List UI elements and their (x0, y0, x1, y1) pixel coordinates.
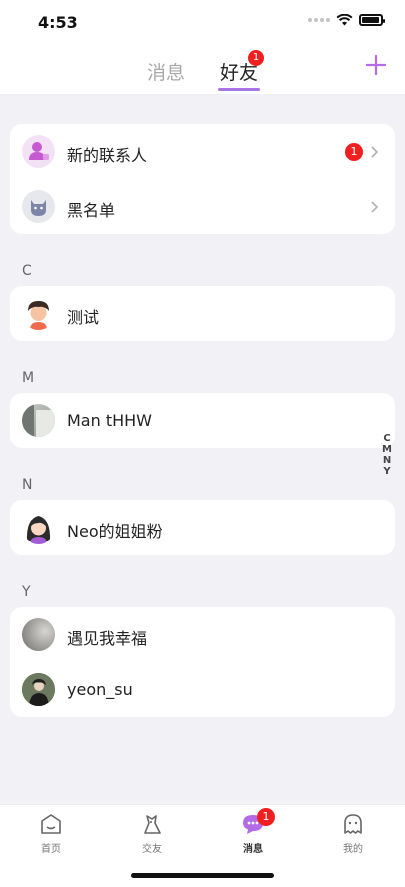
section-header-n: N (22, 477, 33, 493)
avatar (22, 673, 55, 706)
tab-friends-badge: 1 (248, 50, 264, 66)
chevron-right-icon (371, 146, 379, 158)
profile-icon (344, 814, 362, 834)
contact-name: yeon_su (67, 680, 133, 699)
avatar (22, 511, 55, 544)
home-indicator (131, 873, 274, 878)
section-header-y: Y (22, 584, 31, 600)
avatar (22, 404, 55, 437)
index-letter[interactable]: C (382, 433, 392, 444)
index-letter[interactable]: M (382, 444, 392, 455)
blacklist-row[interactable]: 黑名单 (10, 179, 395, 234)
home-icon (41, 814, 61, 834)
status-icons (308, 14, 385, 26)
contact-name: Neo的姐姐粉 (67, 522, 163, 541)
nav-item-home[interactable]: 首页 (21, 811, 81, 855)
dating-icon (144, 815, 161, 834)
tab-messages[interactable]: 消息 (147, 58, 185, 85)
plus-icon[interactable] (365, 54, 387, 76)
battery-icon (359, 14, 385, 26)
contact-row[interactable]: yeon_su (10, 662, 395, 717)
blacklist-icon (22, 190, 55, 223)
nav-item-dating[interactable]: 交友 (122, 811, 182, 855)
section-header-m: M (22, 370, 35, 386)
avatar (22, 297, 55, 330)
new-contacts-badge: 1 (345, 143, 363, 161)
nav-label-profile: 我的 (343, 844, 363, 855)
nav-label-home: 首页 (41, 844, 61, 855)
signal-icon (308, 18, 330, 22)
nav-messages-badge: 1 (257, 808, 275, 826)
blacklist-label: 黑名单 (67, 201, 116, 220)
status-time: 4:53 (38, 13, 78, 32)
nav-item-profile[interactable]: 我的 (323, 811, 383, 855)
contact-tools-card: 新的联系人 1 黑名单 (10, 124, 395, 234)
section-card-n: Neo的姐姐粉 (10, 500, 395, 555)
new-contact-icon (22, 135, 55, 168)
contact-row[interactable]: 测试 (10, 286, 395, 341)
contact-name: Man tHHW (67, 411, 152, 430)
avatar (22, 618, 55, 651)
new-contacts-row[interactable]: 新的联系人 1 (10, 124, 395, 179)
new-contacts-label: 新的联系人 (67, 146, 148, 165)
section-card-y: 遇见我幸福 yeon_su (10, 607, 395, 717)
nav-item-messages[interactable]: 1 消息 (223, 808, 283, 855)
status-bar: 4:53 (0, 0, 405, 44)
section-card-c: 测试 (10, 286, 395, 341)
contact-name: 遇见我幸福 (67, 629, 148, 648)
index-letter[interactable]: Y (382, 466, 392, 477)
contact-row[interactable]: Neo的姐姐粉 (10, 500, 395, 555)
index-letter[interactable]: N (382, 455, 392, 466)
tab-active-indicator (218, 88, 260, 91)
section-card-m: Man tHHW (10, 393, 395, 448)
wifi-icon (336, 14, 353, 26)
contact-name: 测试 (67, 308, 100, 327)
contact-row[interactable]: 遇见我幸福 (10, 607, 395, 662)
contact-row[interactable]: Man tHHW (10, 393, 395, 448)
nav-label-dating: 交友 (142, 844, 162, 855)
section-header-c: C (22, 263, 32, 279)
chevron-right-icon (371, 201, 379, 213)
nav-label-messages: 消息 (243, 844, 263, 855)
alphabet-index-bar[interactable]: C M N Y (382, 433, 392, 477)
top-header: 消息 好友 1 (0, 44, 405, 94)
